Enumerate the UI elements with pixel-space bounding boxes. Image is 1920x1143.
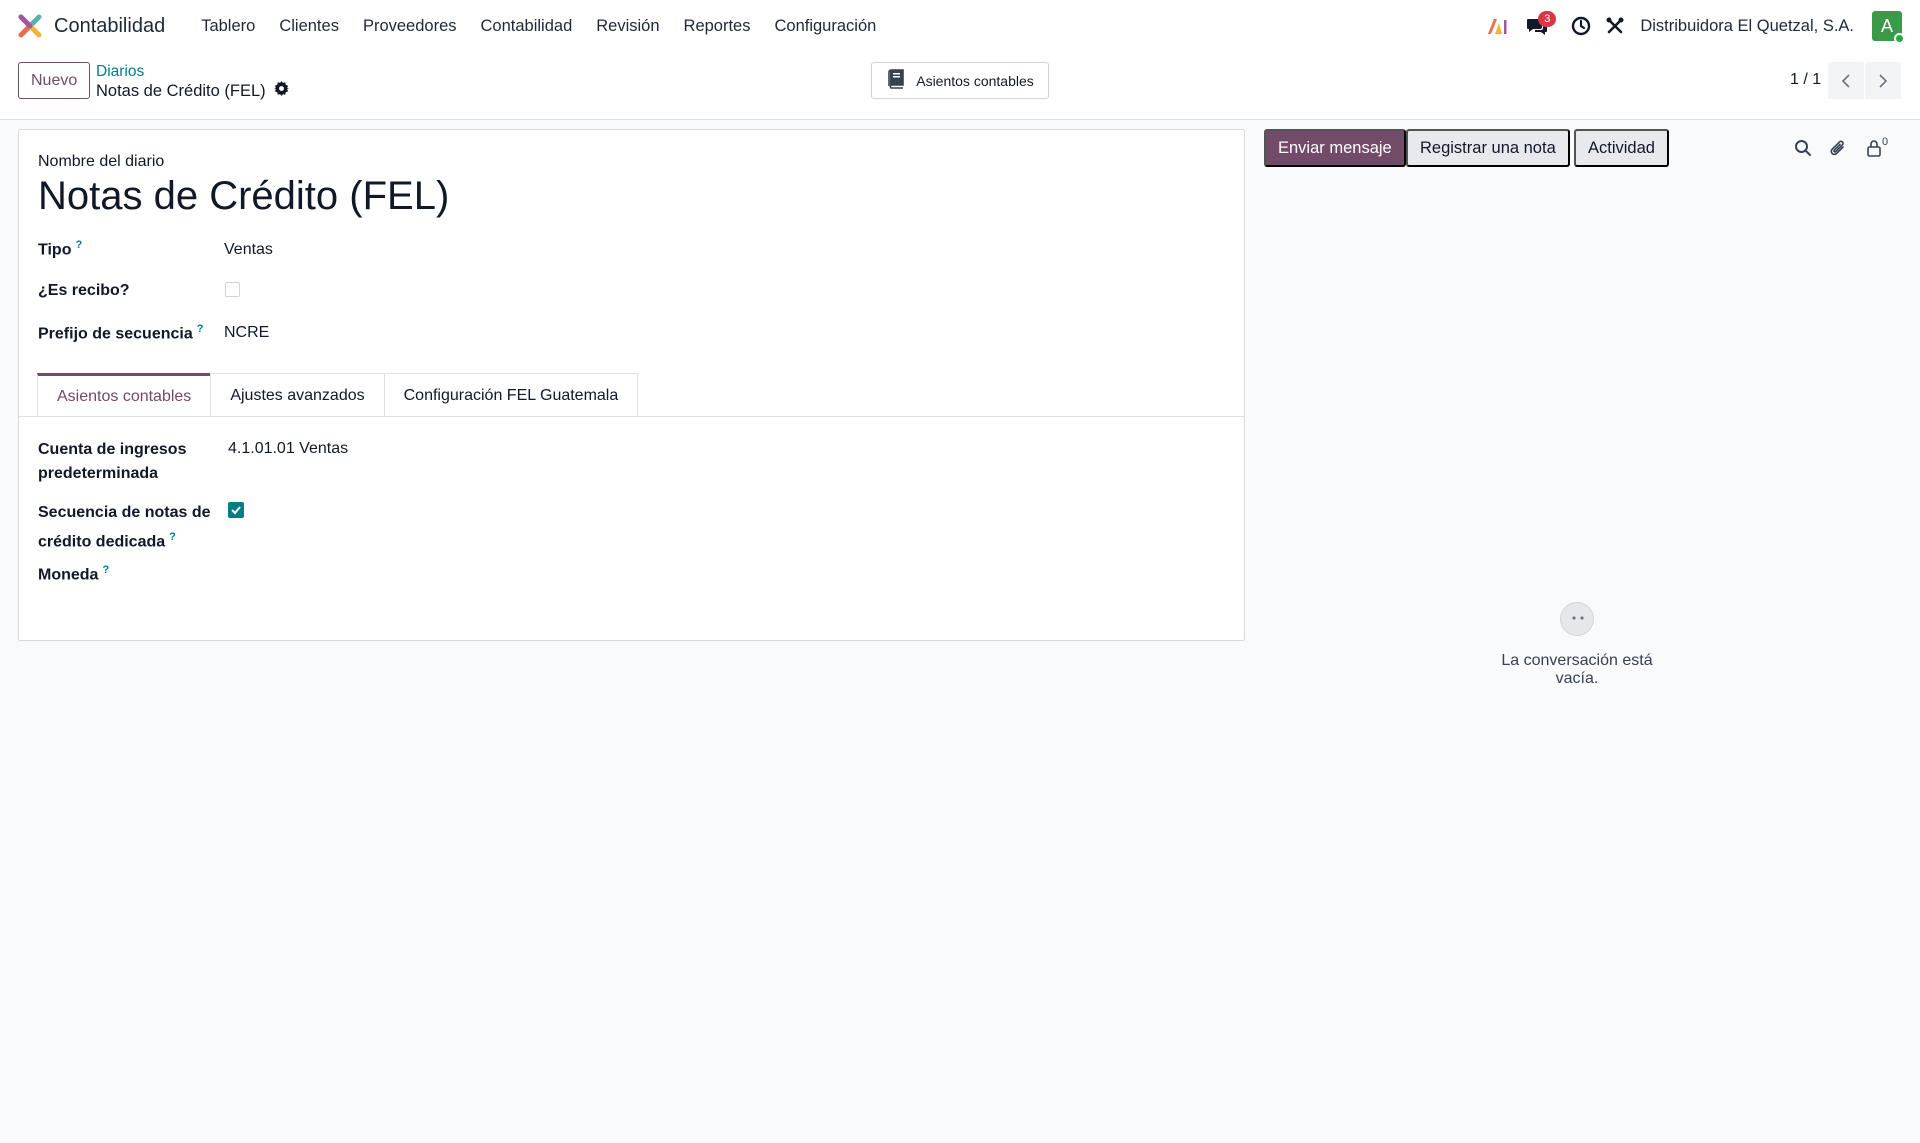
breadcrumb-current-label: Notas de Crédito (FEL) [96,81,266,100]
book-icon [886,69,906,92]
default-income-account-label-line1: Cuenta de ingresos [38,441,187,458]
company-switcher[interactable]: Distribuidora El Quetzal, S.A. [1640,17,1854,36]
search-icon[interactable] [1792,137,1814,159]
avatar-letter: A [1880,15,1893,36]
new-button[interactable]: Nuevo [18,62,91,99]
navbar-systray: 3 Distribuidora El Quetzal, S.A. A [1480,9,1905,44]
dedicated-credit-sequence-label: Secuencia de notas de crédito dedicada? [38,501,211,554]
lock-icon [1867,140,1881,157]
form-sheet: Nombre del diario Notas de Crédito (FEL)… [18,129,1245,641]
log-note-button[interactable]: Registrar una nota [1406,129,1570,167]
online-status-dot [1894,33,1905,44]
app-name[interactable]: Contabilidad [54,15,165,38]
dedicated-credit-sequence-help-icon[interactable]: ? [169,531,176,543]
tab-advanced-settings[interactable]: Ajustes avanzados [210,373,385,417]
is-receipt-label: ¿Es recibo? [38,282,130,299]
menu-item-reportes[interactable]: Reportes [672,17,763,36]
tab-journal-entries[interactable]: Asientos contables [37,373,212,417]
empty-conversation-face-icon [1560,602,1594,636]
sequence-prefix-field[interactable]: NCRE [224,324,269,342]
sequence-prefix-help-icon[interactable]: ? [197,323,204,335]
ai-assistant-icon[interactable] [1480,9,1514,43]
type-label-text: Tipo [38,241,72,259]
type-help-icon[interactable]: ? [75,239,82,251]
messages-count-badge: 3 [1538,11,1557,27]
chevron-left-icon [1841,73,1850,88]
journal-name-field[interactable]: Notas de Crédito (FEL) [38,174,449,219]
menu-item-clientes[interactable]: Clientes [267,17,351,36]
activity-clock-icon[interactable] [1564,9,1598,43]
send-message-button[interactable]: Enviar mensaje [1264,129,1406,167]
form-tabs: Asientos contables Ajustes avanzados Con… [37,373,639,417]
checkmark-icon [231,506,241,515]
sequence-prefix-label: Prefijo de secuencia? [38,323,203,343]
dedicated-credit-sequence-label-line2: crédito dedicada [38,533,166,551]
breadcrumb-current: Notas de Crédito (FEL) [96,81,289,101]
app-logo-icon[interactable] [18,14,42,38]
currency-help-icon[interactable]: ? [102,564,109,576]
messages-icon[interactable]: 3 [1520,9,1557,43]
tab-fel-guatemala[interactable]: Configuración FEL Guatemala [383,373,639,417]
smart-button-label: Asientos contables [916,72,1034,89]
empty-conversation-text: La conversación está vacía. [1501,652,1653,687]
default-income-account-label-line2: predeterminada [38,465,159,482]
followers-button[interactable]: 0 [1862,136,1892,159]
debug-tools-icon[interactable] [1598,9,1632,43]
sequence-prefix-label-text: Prefijo de secuencia [38,325,193,343]
tab-divider [19,416,1244,417]
journal-name-label: Nombre del diario [38,153,165,170]
user-avatar[interactable]: A [1872,11,1905,44]
is-receipt-checkbox[interactable] [225,282,240,297]
currency-label-text: Moneda [38,566,99,584]
control-panel: Nuevo Diarios Notas de Crédito (FEL) Asi… [0,52,1920,120]
default-income-account-label: Cuenta de ingresos predeterminada [38,438,186,486]
pager-previous-button[interactable] [1828,62,1864,99]
menu-item-tablero[interactable]: Tablero [189,17,267,36]
currency-label: Moneda? [38,564,109,584]
type-field[interactable]: Ventas [224,241,273,259]
paperclip-icon[interactable] [1827,137,1849,159]
chevron-right-icon [1879,73,1888,88]
gear-icon[interactable] [273,81,289,101]
menu-item-configuracion[interactable]: Configuración [762,17,888,36]
menu-item-proveedores[interactable]: Proveedores [351,17,469,36]
journal-entries-smart-button[interactable]: Asientos contables [871,62,1049,99]
pager-value[interactable]: 1 / 1 [1790,71,1821,89]
pager-next-button[interactable] [1865,62,1901,99]
dedicated-credit-sequence-label-line1: Secuencia de notas de [38,504,211,521]
default-income-account-field[interactable]: 4.1.01.01 Ventas [228,440,348,458]
breadcrumb-parent-link[interactable]: Diarios [96,63,144,81]
followers-count: 0 [1881,136,1889,148]
top-navbar: Contabilidad Tablero Clientes Proveedore… [0,0,1920,52]
type-label: Tipo? [38,239,82,259]
activity-button[interactable]: Actividad [1574,129,1669,167]
menu-item-contabilidad[interactable]: Contabilidad [469,17,585,36]
menu-item-revision[interactable]: Revisión [584,17,671,36]
main-menu: Tablero Clientes Proveedores Contabilida… [189,17,888,36]
dedicated-credit-sequence-checkbox[interactable] [228,502,244,518]
